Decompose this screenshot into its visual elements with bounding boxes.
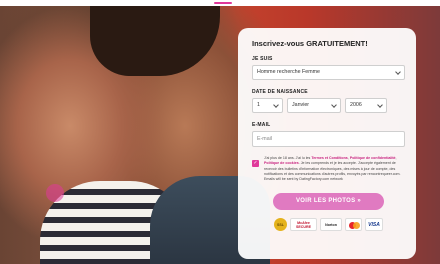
hero-pink-dot bbox=[46, 184, 64, 202]
consent-text: J'ai plus de 18 ans. J'ai lu les Termes … bbox=[264, 156, 405, 182]
consent-checkbox[interactable]: ✓ bbox=[252, 160, 259, 167]
top-accent-line bbox=[214, 2, 232, 4]
dob-day-select[interactable]: 1 bbox=[252, 98, 283, 113]
dob-year-select[interactable]: 2006 bbox=[345, 98, 387, 113]
dob-label: DATE DE NAISSANCE bbox=[252, 89, 308, 95]
email-field[interactable]: E-mail bbox=[252, 131, 405, 147]
dob-month-select[interactable]: Janvier bbox=[287, 98, 341, 113]
cookies-link[interactable]: Politique de cookies bbox=[264, 161, 299, 165]
signup-title: Inscrivez-vous GRATUITEMENT! bbox=[252, 39, 368, 48]
chevron-down-icon bbox=[331, 102, 337, 108]
consent-block: ✓ J'ai plus de 18 ans. J'ai lu les Terme… bbox=[252, 156, 405, 182]
visa-badge: VISA bbox=[365, 218, 383, 232]
trust-badges: SSL McAfee SECURE Norton VISA bbox=[252, 218, 405, 232]
chevron-down-icon bbox=[377, 102, 383, 108]
view-photos-button[interactable]: VOIR LES PHOTOS » bbox=[273, 193, 384, 211]
norton-badge: Norton bbox=[320, 218, 342, 232]
dob-row: 1 Janvier 2006 bbox=[252, 98, 405, 113]
seeking-select-value: Homme recherche Femme bbox=[257, 69, 320, 75]
seeking-label: JE SUIS bbox=[252, 56, 273, 62]
mastercard-badge bbox=[345, 218, 362, 232]
dob-year-value: 2006 bbox=[350, 102, 362, 108]
consent-text-part: J'ai plus de 18 ans. J'ai lu les bbox=[264, 156, 312, 160]
chevron-down-icon bbox=[395, 69, 401, 75]
dob-day-value: 1 bbox=[257, 102, 260, 108]
dob-month-value: Janvier bbox=[292, 102, 310, 108]
seeking-select[interactable]: Homme recherche Femme bbox=[252, 65, 405, 80]
hero-hair-shape bbox=[90, 6, 220, 76]
chevron-down-icon bbox=[273, 102, 279, 108]
terms-link[interactable]: Termes et Conditions bbox=[311, 156, 347, 160]
email-label: E-MAIL bbox=[252, 122, 271, 128]
consent-text-part: , bbox=[395, 156, 397, 160]
mastercard-circle-orange bbox=[353, 222, 360, 230]
mcafee-badge: McAfee SECURE bbox=[290, 218, 317, 232]
signup-card: Inscrivez-vous GRATUITEMENT! JE SUIS Hom… bbox=[238, 28, 416, 259]
privacy-link[interactable]: Politique de confidentialité bbox=[350, 156, 396, 160]
ssl-badge: SSL bbox=[274, 218, 287, 232]
